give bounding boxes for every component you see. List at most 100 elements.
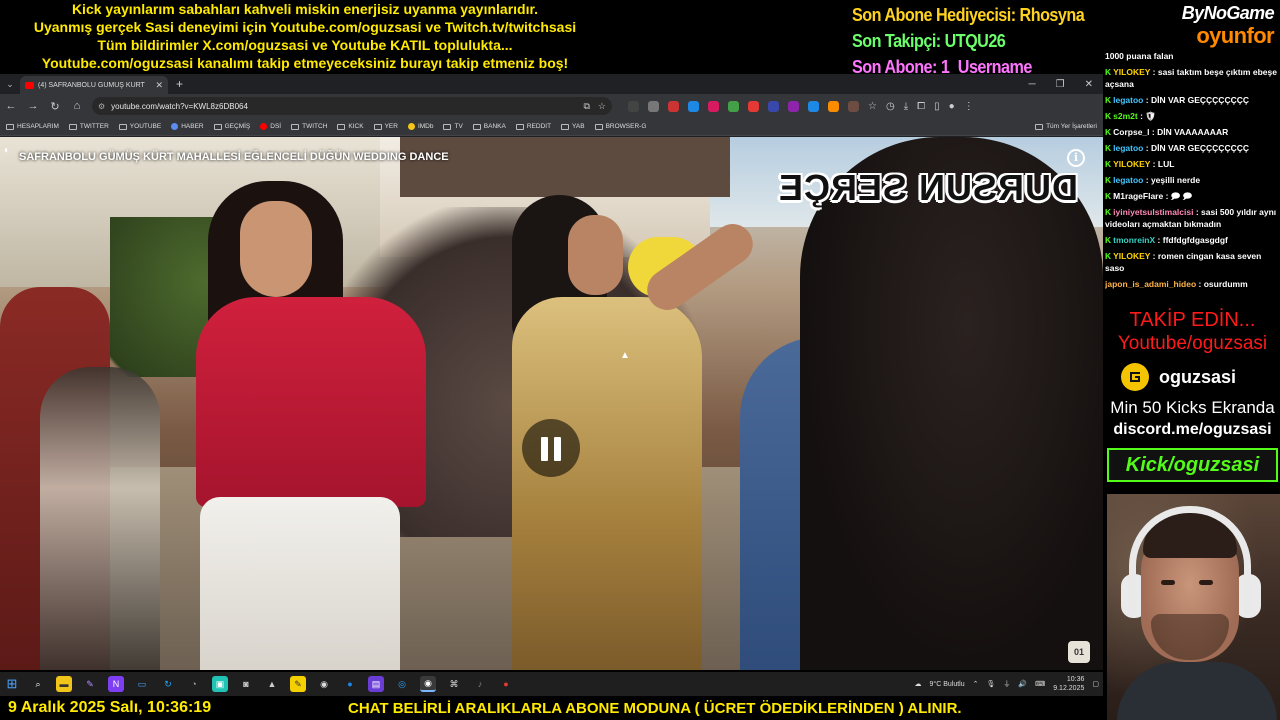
extension-icon[interactable]: [828, 100, 839, 112]
url-text[interactable]: youtube.com/watch?v=KWL8z6DB064: [111, 102, 577, 111]
video-title[interactable]: SAFRANBOLU GÜMÜŞ KÜRT MAHALLESİ EĞLENCEL…: [19, 151, 449, 163]
speedometer-icon[interactable]: ◔: [186, 676, 202, 692]
file-explorer-icon[interactable]: ▬: [56, 676, 72, 692]
tab-search-icon[interactable]: ⌄: [0, 79, 20, 90]
extension-icon[interactable]: [708, 100, 719, 112]
download-icon[interactable]: ⤓: [904, 101, 908, 112]
channel-avatar[interactable]: ◐: [4, 145, 10, 156]
history-icon[interactable]: ◷: [886, 101, 895, 112]
weather-text[interactable]: 9°C Bulutlu: [930, 681, 965, 688]
forward-button[interactable]: →: [26, 100, 40, 112]
app-icon[interactable]: ▤: [368, 676, 384, 692]
bookmark-item[interactable]: TWITCH: [291, 123, 327, 130]
bookmark-item[interactable]: TWITTER: [68, 123, 109, 130]
bookmark-item[interactable]: YAB: [561, 123, 585, 130]
address-bar[interactable]: ⚙ youtube.com/watch?v=KWL8z6DB064 ⧉ ☆: [92, 97, 612, 115]
sidebar-icon[interactable]: ▯: [934, 101, 940, 112]
extension-icon[interactable]: [808, 100, 819, 112]
video-player[interactable]: ◐ SAFRANBOLU GÜMÜŞ KÜRT MAHALLESİ EĞLENC…: [0, 137, 1103, 670]
site-info-icon[interactable]: ⚙: [98, 102, 105, 111]
chat-username[interactable]: YILOKEY: [1113, 67, 1150, 77]
extension-icon[interactable]: [728, 100, 739, 112]
bookmark-item[interactable]: REDDIT: [515, 123, 551, 130]
notes-icon[interactable]: ✎: [290, 676, 306, 692]
microphone-icon[interactable]: 🎙: [987, 680, 996, 688]
extensions-area: ☆ ◷ ⤓ ⧠ ▯ ● ⋮: [628, 100, 974, 112]
weather-icon[interactable]: ☁: [915, 680, 922, 688]
triangle-app-icon[interactable]: ▲: [264, 676, 280, 692]
edge-icon[interactable]: ◎: [394, 676, 410, 692]
bookmark-item[interactable]: IMDb: [407, 123, 433, 130]
bookmark-item[interactable]: BANKA: [472, 123, 506, 130]
minimize-button[interactable]: ─: [1029, 79, 1036, 90]
bookmark-item[interactable]: GEÇMİŞ: [213, 123, 250, 130]
bookmark-item[interactable]: TV: [443, 123, 463, 130]
terminal-icon[interactable]: ⌘: [446, 676, 462, 692]
bookmark-item[interactable]: HABER: [171, 123, 204, 130]
pen-icon[interactable]: ✎: [82, 676, 98, 692]
channel-watermark[interactable]: 01: [1068, 641, 1090, 663]
windows-start-icon[interactable]: ⊞: [4, 676, 20, 692]
chat-username[interactable]: legatoo: [1113, 95, 1143, 105]
chat-username[interactable]: YILOKEY: [1113, 159, 1150, 169]
chat-username[interactable]: legatoo: [1113, 175, 1143, 185]
puzzle-icon[interactable]: ⧠: [917, 101, 925, 112]
extension-icon[interactable]: [788, 100, 799, 112]
chat-username[interactable]: s2m2t: [1113, 111, 1138, 121]
close-window-button[interactable]: ✕: [1085, 79, 1093, 90]
chrome-icon[interactable]: ◉: [420, 676, 436, 692]
chat-username[interactable]: YILOKEY: [1113, 251, 1150, 261]
search-icon[interactable]: ⌕: [30, 676, 46, 692]
bookmark-item[interactable]: DSİ: [260, 123, 281, 130]
home-button[interactable]: ⌂: [70, 100, 84, 112]
chat-username[interactable]: legatoo: [1113, 143, 1143, 153]
chat-username[interactable]: iyiniyetsulstimalcisi: [1113, 207, 1193, 217]
usb-icon[interactable]: ⏚: [1003, 679, 1010, 689]
bookmark-label: KICK: [348, 123, 364, 130]
monitor-icon[interactable]: ▭: [134, 676, 150, 692]
chevron-up-icon[interactable]: ⌃: [973, 680, 979, 688]
camera-icon[interactable]: ◙: [238, 676, 254, 692]
obs-icon[interactable]: ◉: [316, 676, 332, 692]
onenote-icon[interactable]: N: [108, 676, 124, 692]
extension-icon[interactable]: [668, 100, 679, 112]
new-tab-button[interactable]: +: [176, 77, 183, 91]
chat-username[interactable]: japon_is_adami_hideo: [1105, 279, 1196, 289]
cast-icon[interactable]: ⧉: [583, 101, 589, 112]
music-icon[interactable]: ♪: [472, 676, 488, 692]
tab-youtube[interactable]: (4) SAFRANBOLU GÜMÜŞ KÜRT ✕: [20, 76, 168, 94]
keyboard-icon[interactable]: ⌨: [1035, 680, 1045, 688]
extension-icon[interactable]: [648, 100, 659, 112]
extension-icon[interactable]: [768, 100, 779, 112]
info-icon[interactable]: i: [1067, 149, 1085, 167]
extension-icon[interactable]: [628, 100, 639, 112]
bookmark-star-icon[interactable]: ☆: [598, 101, 606, 112]
all-bookmarks[interactable]: Tüm Yer İşaretleri: [1035, 123, 1097, 130]
close-icon[interactable]: ✕: [155, 80, 163, 91]
pause-button[interactable]: [522, 419, 580, 477]
restore-button[interactable]: ❐: [1056, 79, 1065, 90]
bookmark-item[interactable]: YER: [373, 123, 398, 130]
clock[interactable]: 10:36 9.12.2025: [1053, 675, 1084, 693]
bookmark-item[interactable]: BROWSER-G: [594, 123, 646, 130]
app-icon[interactable]: ▣: [212, 676, 228, 692]
circle-app-icon[interactable]: ●: [342, 676, 358, 692]
star-icon[interactable]: ☆: [868, 101, 877, 112]
notification-icon[interactable]: ▢: [1092, 680, 1099, 688]
chat-username[interactable]: M1rageFlare: [1113, 191, 1163, 201]
profile-avatar[interactable]: ●: [949, 101, 955, 112]
refresh-app-icon[interactable]: ↻: [160, 676, 176, 692]
menu-icon[interactable]: ⋮: [964, 101, 974, 112]
extension-icon[interactable]: [688, 100, 699, 112]
reload-button[interactable]: ↻: [48, 100, 62, 113]
chat-username[interactable]: tmonreinX: [1113, 235, 1155, 245]
back-button[interactable]: ←: [4, 100, 18, 112]
bookmark-item[interactable]: KICK: [337, 123, 364, 130]
recording-icon[interactable]: ●: [498, 676, 514, 692]
bookmark-item[interactable]: YOUTUBE: [118, 123, 161, 130]
extension-icon[interactable]: [748, 100, 759, 112]
volume-icon[interactable]: 🔊: [1018, 680, 1027, 688]
chat-username[interactable]: Corpse_l: [1113, 127, 1149, 137]
bookmark-item[interactable]: HESAPLARIM: [6, 123, 59, 130]
extension-icon[interactable]: [848, 100, 859, 112]
